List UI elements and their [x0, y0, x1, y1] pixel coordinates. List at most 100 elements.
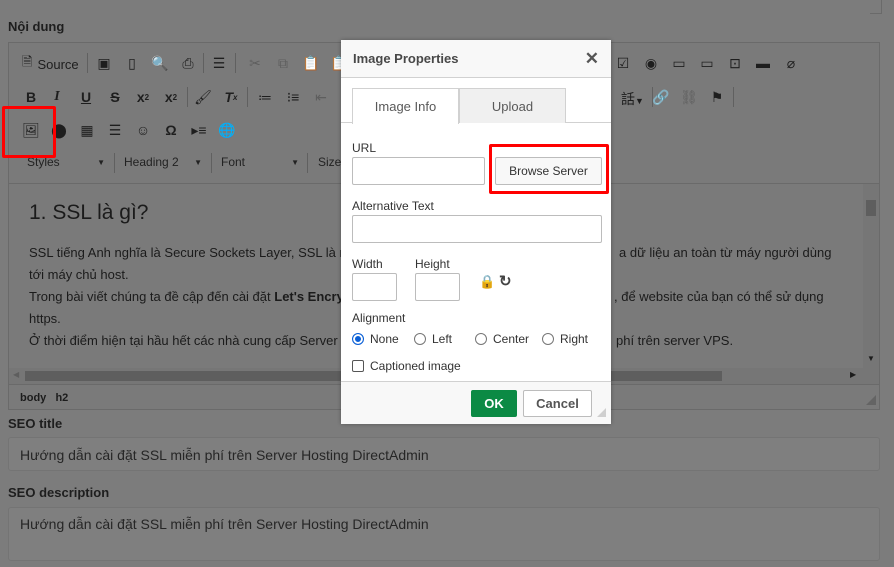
print-icon[interactable]: ⎙ — [178, 53, 198, 73]
height-input[interactable] — [415, 273, 460, 301]
preview-icon[interactable]: 🔍 — [150, 53, 170, 73]
smiley-icon[interactable]: ☺ — [133, 120, 153, 140]
align-right-label: Right — [560, 332, 589, 346]
url-label: URL — [352, 141, 377, 155]
radio-icon — [414, 333, 426, 345]
content-line: phí trên server VPS. — [616, 333, 734, 348]
bold-icon[interactable]: B — [21, 87, 41, 107]
scroll-right-arrow-icon[interactable]: ▶ — [850, 370, 856, 379]
align-center-radio[interactable]: Center — [475, 332, 529, 346]
numbered-list-icon[interactable]: ≔ — [255, 87, 275, 107]
path-h2[interactable]: h2 — [55, 392, 68, 404]
special-char-icon[interactable]: Ω — [161, 120, 181, 140]
toolbar-separator — [187, 87, 188, 107]
chevron-down-icon: ▼ — [97, 157, 105, 167]
captioned-image-checkbox[interactable]: Captioned image — [352, 359, 461, 373]
content-line: SSL tiếng Anh nghĩa là Secure Sockets La… — [29, 245, 344, 260]
url-input[interactable] — [352, 157, 485, 185]
vertical-scrollbar[interactable]: ▼ — [863, 184, 879, 368]
alignment-label: Alignment — [352, 311, 406, 325]
source-label: Source — [37, 56, 79, 72]
bulleted-list-icon[interactable]: ⁝≡ — [283, 87, 303, 107]
templates-icon[interactable]: ☰ — [209, 53, 229, 73]
iframe-globe-icon[interactable]: 🌐 — [217, 120, 237, 140]
chevron-down-icon: ▼ — [194, 157, 202, 167]
unlink-icon[interactable]: ⛓ — [679, 87, 699, 107]
tab-image-info[interactable]: Image Info — [352, 88, 459, 124]
alt-text-input[interactable] — [352, 215, 602, 243]
toolbar-separator — [733, 87, 734, 107]
outdent-icon[interactable]: ⇤ — [311, 87, 331, 107]
toolbar-separator — [114, 153, 115, 173]
seo-description-textarea[interactable]: Hướng dẫn cài đặt SSL miễn phí trên Serv… — [8, 507, 880, 561]
checkbox-icon[interactable]: ☑ — [613, 53, 633, 73]
content-bold-text: Let's Encry — [274, 289, 344, 304]
dialog-title: Image Properties — [353, 51, 459, 66]
new-page-icon[interactable]: ▯ — [122, 53, 142, 73]
textarea-icon[interactable]: ▭ — [697, 53, 717, 73]
scrollbar-thumb[interactable] — [866, 200, 876, 216]
save-icon[interactable]: ▣ — [94, 53, 114, 73]
size-label: Size — [318, 155, 342, 169]
toolbar-separator — [235, 53, 236, 73]
format-combo[interactable]: Heading 2 ▼ — [124, 155, 202, 169]
height-label: Height — [415, 257, 450, 271]
page-break-icon[interactable]: ▸≡ — [189, 120, 209, 140]
copy-format-icon[interactable]: 🖌 — [193, 87, 213, 107]
dialog-resize-icon[interactable] — [597, 408, 606, 417]
image-button-highlight — [2, 106, 56, 158]
seo-title-input[interactable]: Hướng dẫn cài đặt SSL miễn phí trên Serv… — [8, 437, 880, 471]
source-icon: 🗎 — [22, 54, 33, 69]
tab-upload[interactable]: Upload — [459, 88, 566, 123]
alt-text-label: Alternative Text — [352, 199, 434, 213]
radio-checked-icon — [352, 333, 364, 345]
toolbar-separator — [87, 53, 88, 73]
radio-icon — [475, 333, 487, 345]
width-input[interactable] — [352, 273, 397, 301]
reset-size-icon[interactable]: ↻ — [499, 272, 512, 290]
link-icon[interactable]: 🔗 — [651, 87, 671, 107]
table-icon[interactable]: ▦ — [77, 120, 97, 140]
remove-format-icon[interactable]: Tx — [221, 87, 241, 107]
source-button[interactable]: 🗎 Source — [22, 53, 79, 75]
content-label: Nội dung — [8, 19, 65, 34]
align-right-radio[interactable]: Right — [542, 332, 588, 346]
anchor-flag-icon[interactable]: ⚑ — [707, 87, 727, 107]
textfield-icon[interactable]: ▭ — [669, 53, 689, 73]
close-icon[interactable]: ✕ — [585, 49, 599, 69]
ok-button[interactable]: OK — [471, 390, 517, 417]
cancel-button[interactable]: Cancel — [523, 390, 592, 417]
select-icon[interactable]: ⊡ — [725, 53, 745, 73]
align-none-radio[interactable]: None — [352, 332, 399, 346]
scroll-left-arrow-icon[interactable]: ◀ — [13, 370, 19, 379]
dialog-header[interactable]: Image Properties ✕ — [341, 40, 611, 78]
hidden-field-icon[interactable]: ⌀ — [781, 53, 801, 73]
toolbar-separator — [203, 53, 204, 73]
strike-icon[interactable]: S — [105, 87, 125, 107]
content-line: Trong bài viết chúng ta đề cập đến cài đ… — [29, 286, 344, 308]
lock-ratio-icon[interactable]: 🔒 — [479, 274, 495, 290]
underline-icon[interactable]: U — [76, 87, 96, 107]
horizontal-line-icon[interactable]: ☰ — [105, 120, 125, 140]
radio-icon[interactable]: ◉ — [641, 53, 661, 73]
element-path: body h2 — [20, 392, 68, 404]
toolbar-separator — [307, 153, 308, 173]
font-combo[interactable]: Font ▼ — [221, 155, 299, 169]
align-left-radio[interactable]: Left — [414, 332, 452, 346]
subscript-icon[interactable]: x2 — [133, 87, 153, 107]
italic-icon[interactable]: I — [47, 87, 67, 107]
button-icon[interactable]: ▬ — [753, 53, 773, 73]
copy-icon[interactable]: ⧉ — [273, 53, 293, 73]
resize-handle-icon[interactable] — [866, 395, 876, 405]
paste-icon[interactable]: 📋 — [301, 53, 321, 73]
content-line: , để website của bạn có thể sử dụng — [614, 289, 824, 304]
superscript-icon[interactable]: x2 — [161, 87, 181, 107]
width-label: Width — [352, 257, 383, 271]
language-dropdown[interactable]: 話▼ — [621, 89, 644, 109]
path-body[interactable]: body — [20, 392, 46, 404]
content-line: a dữ liệu an toàn từ máy người dùng — [619, 245, 832, 260]
align-none-label: None — [370, 332, 399, 346]
cut-icon[interactable]: ✂ — [245, 53, 265, 73]
font-label: Font — [221, 155, 246, 169]
scroll-down-arrow-icon[interactable]: ▼ — [867, 354, 875, 363]
